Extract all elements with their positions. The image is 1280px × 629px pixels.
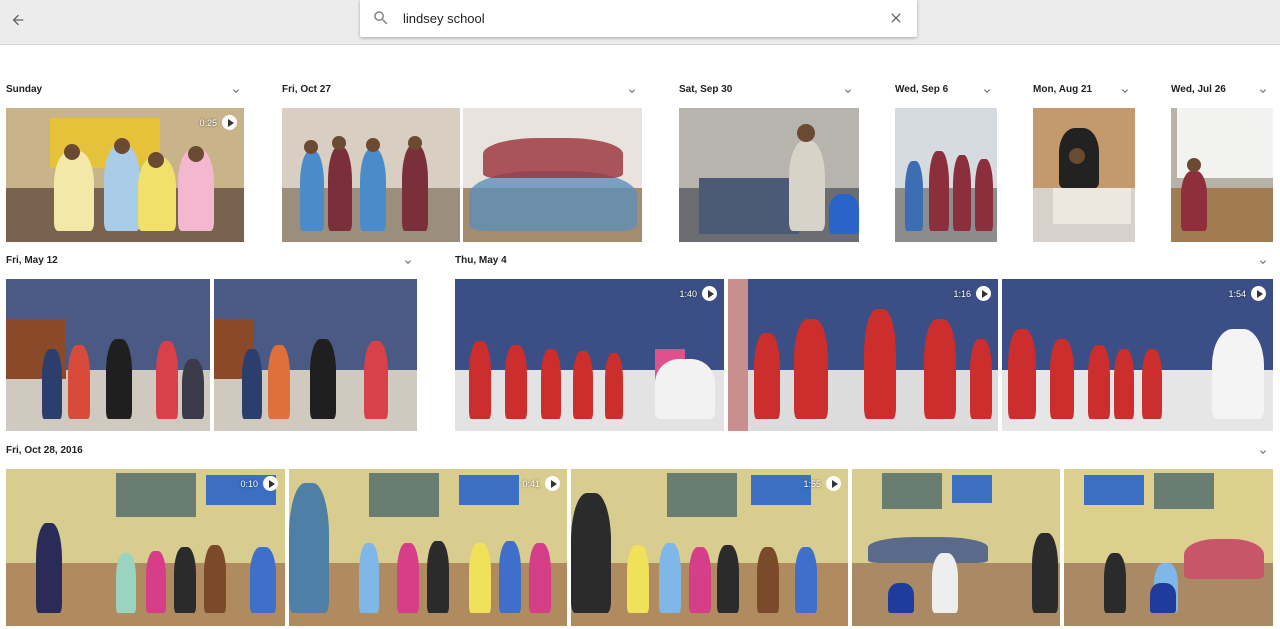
chevron-down-icon[interactable] [842, 85, 854, 97]
search-input[interactable] [403, 6, 863, 30]
play-icon [545, 476, 560, 491]
chevron-down-icon[interactable] [402, 256, 414, 268]
photo-thumbnail[interactable] [463, 108, 642, 242]
video-duration: 1:54 [1228, 286, 1266, 301]
date-group-title: Sunday [6, 84, 43, 95]
chevron-down-icon[interactable] [626, 85, 638, 97]
close-icon[interactable] [888, 10, 904, 26]
play-icon [1251, 286, 1266, 301]
video-thumbnail[interactable]: 0:41 [289, 469, 567, 626]
photo-thumbnail[interactable] [1033, 108, 1135, 242]
photo-thumbnail[interactable] [6, 279, 210, 431]
date-group-title: Fri, May 12 [6, 255, 58, 266]
date-group-title: Fri, Oct 28, 2016 [6, 445, 83, 456]
play-icon [222, 115, 237, 130]
chevron-down-icon[interactable] [1257, 446, 1269, 458]
video-duration: 1:55 [803, 476, 841, 491]
date-group-header: Thu, May 4 [455, 253, 1273, 273]
search-bar[interactable] [360, 0, 917, 37]
photo-thumbnail[interactable] [1171, 108, 1273, 242]
date-group-header: Wed, Sep 6 [895, 82, 997, 102]
photo-thumbnail[interactable] [214, 279, 417, 431]
video-thumbnail[interactable]: 1:40 [455, 279, 724, 431]
play-icon [826, 476, 841, 491]
video-thumbnail[interactable]: 1:55 [571, 469, 848, 626]
video-duration-label: 0:10 [240, 478, 258, 489]
date-group-title: Wed, Sep 6 [895, 84, 949, 95]
chevron-down-icon[interactable] [230, 85, 242, 97]
chevron-down-icon[interactable] [1257, 256, 1269, 268]
video-thumbnail[interactable]: 0:25 [6, 108, 244, 242]
video-duration: 0:41 [522, 476, 560, 491]
video-duration: 0:25 [199, 115, 237, 130]
date-group-header: Wed, Jul 26 [1171, 82, 1273, 102]
video-duration-label: 0:25 [199, 117, 217, 128]
date-group-header: Mon, Aug 21 [1033, 82, 1135, 102]
date-group-title: Thu, May 4 [455, 255, 507, 266]
date-group-header: Sunday [6, 82, 244, 102]
date-group-title: Wed, Jul 26 [1171, 84, 1226, 95]
photo-thumbnail[interactable] [1064, 469, 1273, 626]
date-group-header: Fri, Oct 28, 2016 [6, 443, 1273, 463]
date-group-title: Fri, Oct 27 [282, 84, 331, 95]
photo-thumbnail[interactable] [895, 108, 997, 242]
back-button[interactable] [4, 6, 32, 34]
chevron-down-icon[interactable] [981, 85, 993, 97]
video-duration-label: 0:41 [522, 478, 540, 489]
video-duration: 1:16 [953, 286, 991, 301]
video-thumbnail[interactable]: 1:16 [728, 279, 998, 431]
date-group-header: Fri, May 12 [6, 253, 417, 273]
chevron-down-icon[interactable] [1257, 85, 1269, 97]
date-group-title: Mon, Aug 21 [1033, 84, 1093, 95]
photo-thumbnail[interactable] [852, 469, 1060, 626]
photo-thumbnail[interactable] [282, 108, 460, 242]
chevron-down-icon[interactable] [1119, 85, 1131, 97]
video-duration: 0:10 [240, 476, 278, 491]
arrow-back-icon [12, 14, 24, 26]
video-duration-label: 1:55 [803, 478, 821, 489]
video-duration-label: 1:16 [953, 288, 971, 299]
play-icon [976, 286, 991, 301]
date-group-header: Sat, Sep 30 [679, 82, 859, 102]
video-duration: 1:40 [679, 286, 717, 301]
play-icon [263, 476, 278, 491]
video-thumbnail[interactable]: 1:54 [1002, 279, 1273, 431]
video-duration-label: 1:54 [1228, 288, 1246, 299]
date-group-title: Sat, Sep 30 [679, 84, 733, 95]
video-thumbnail[interactable]: 0:10 [6, 469, 285, 626]
video-duration-label: 1:40 [679, 288, 697, 299]
date-group-header: Fri, Oct 27 [282, 82, 642, 102]
search-icon [374, 11, 388, 25]
play-icon [702, 286, 717, 301]
photo-thumbnail[interactable] [679, 108, 859, 242]
top-app-bar [0, 0, 1280, 45]
